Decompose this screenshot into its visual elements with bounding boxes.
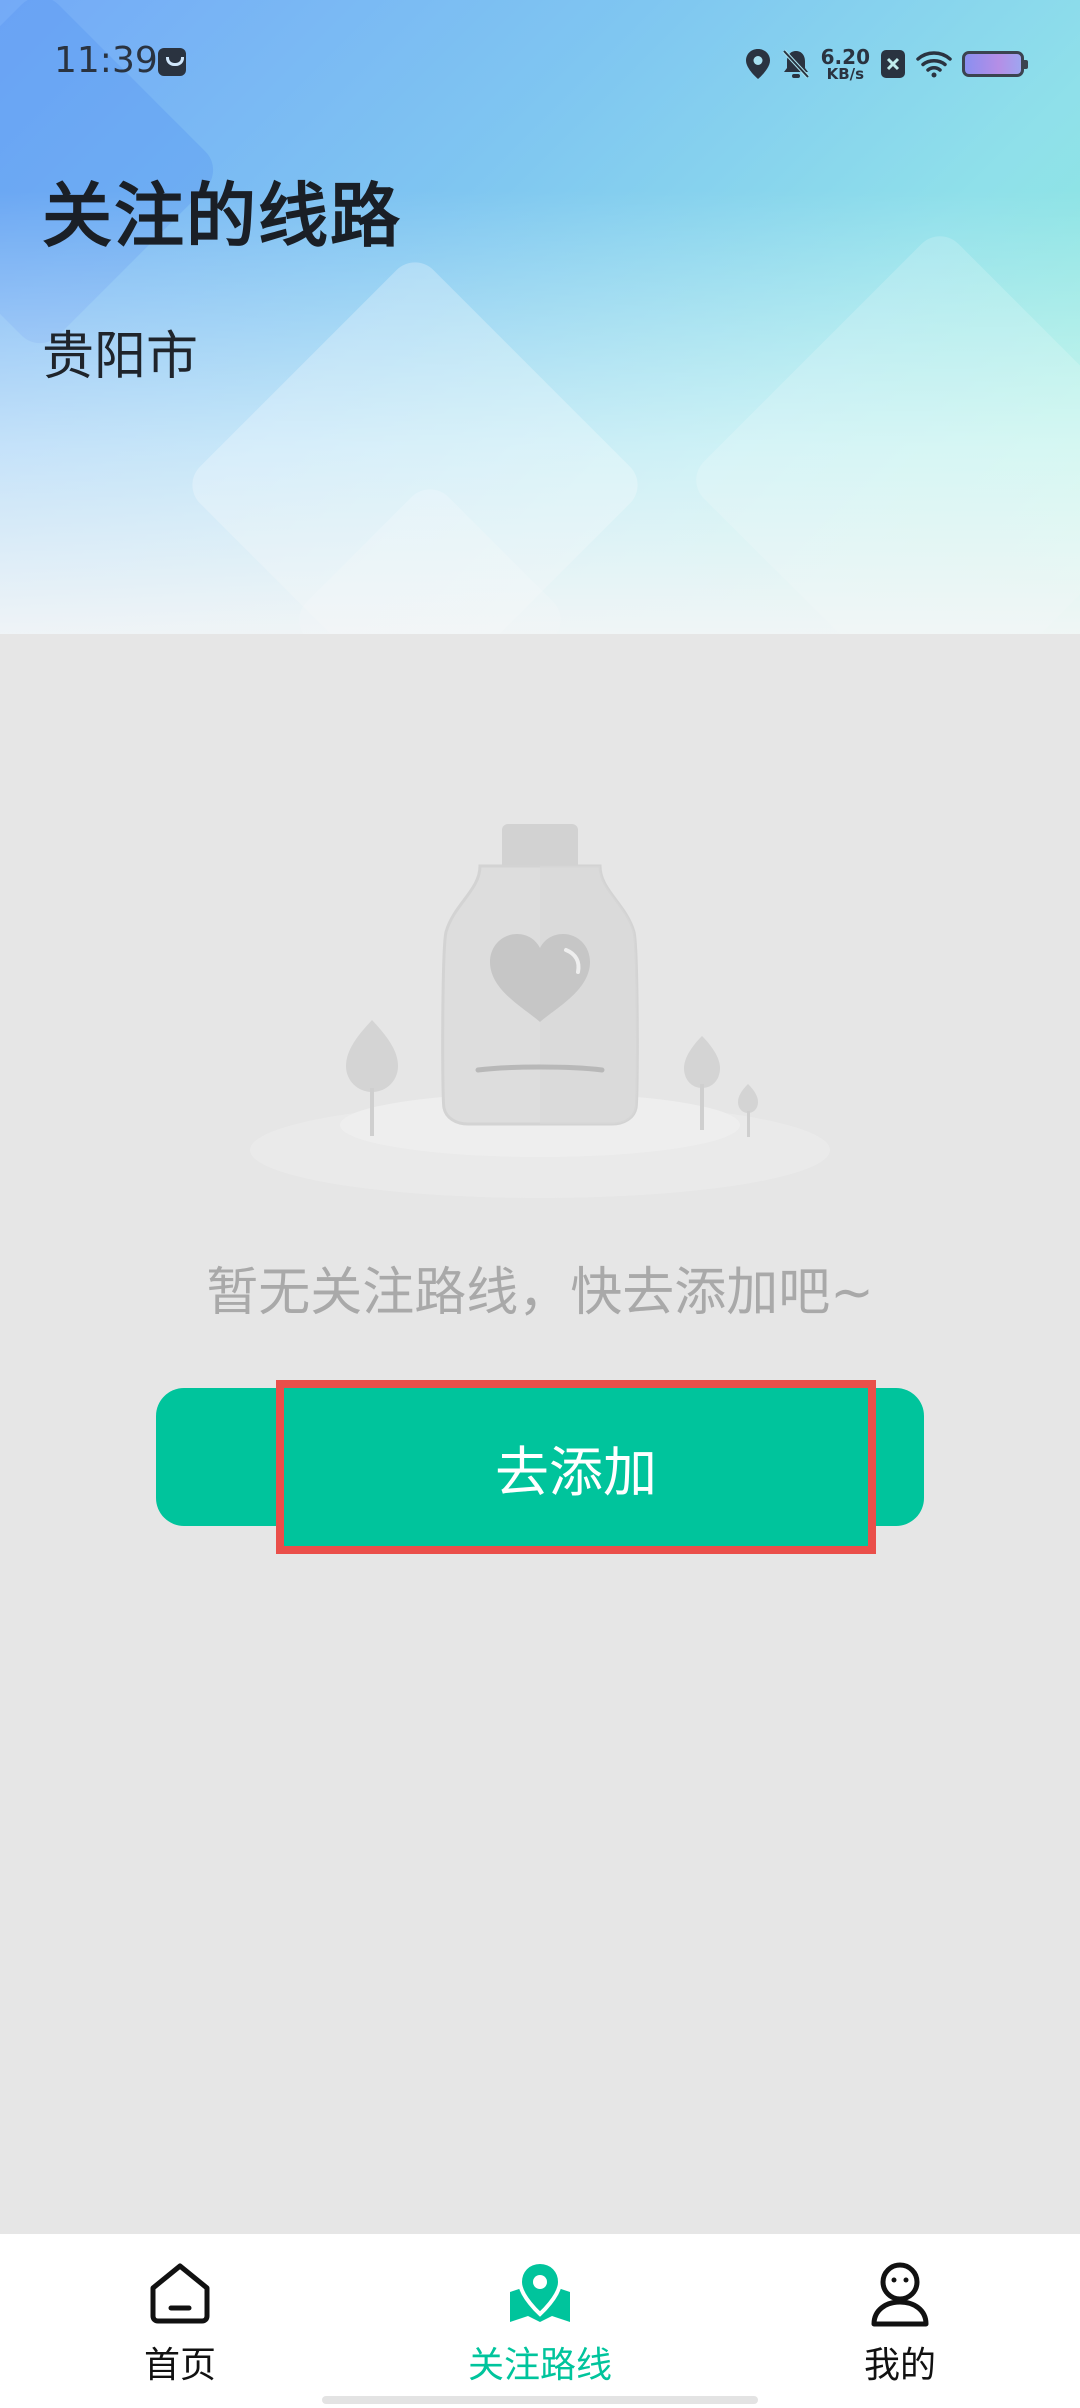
mute-bell-icon — [782, 49, 810, 79]
go-add-button[interactable]: 去添加 — [276, 1380, 876, 1554]
home-icon — [150, 2263, 210, 2324]
city-selector[interactable]: 贵阳市 — [42, 314, 198, 389]
route-map-icon — [510, 2259, 570, 2322]
status-icons: 6.20 KB/s — [745, 44, 1028, 84]
tab-followed-routes[interactable]: 关注路线 — [360, 2234, 720, 2408]
home-indicator[interactable] — [322, 2396, 758, 2404]
status-time: 11:39 — [54, 40, 158, 81]
net-speed: 6.20 KB/s — [821, 47, 870, 82]
net-speed-unit: KB/s — [826, 64, 865, 83]
status-bar: 11:39 6.20 KB/s — [0, 0, 1080, 120]
tab-followed-routes-label: 关注路线 — [467, 2345, 612, 2386]
battery-icon — [962, 51, 1028, 77]
sim-x-icon — [881, 50, 905, 78]
empty-jar-heart-illustration — [250, 824, 830, 1198]
tab-mine[interactable]: 我的 — [720, 2234, 1080, 2408]
location-icon — [745, 49, 770, 79]
tab-home[interactable]: 首页 — [0, 2234, 360, 2408]
screen: 11:39 6.20 KB/s 关注的线路 贵阳市 暂无关注路线，快去添加吧~ … — [0, 0, 1080, 2408]
empty-message: 暂无关注路线，快去添加吧~ — [206, 1263, 874, 1323]
profile-icon — [871, 2262, 929, 2327]
header-banner: 11:39 6.20 KB/s 关注的线路 贵阳市 — [0, 0, 1080, 634]
bag-icon — [158, 48, 186, 76]
tab-mine-label: 我的 — [863, 2345, 936, 2386]
page-title: 关注的线路 — [42, 175, 402, 257]
bottom-tab-bar: 首页 关注路线 我的 — [0, 2234, 1080, 2408]
wifi-icon — [916, 51, 952, 78]
tab-home-label: 首页 — [143, 2345, 216, 2386]
net-speed-value: 6.20 — [820, 44, 870, 69]
